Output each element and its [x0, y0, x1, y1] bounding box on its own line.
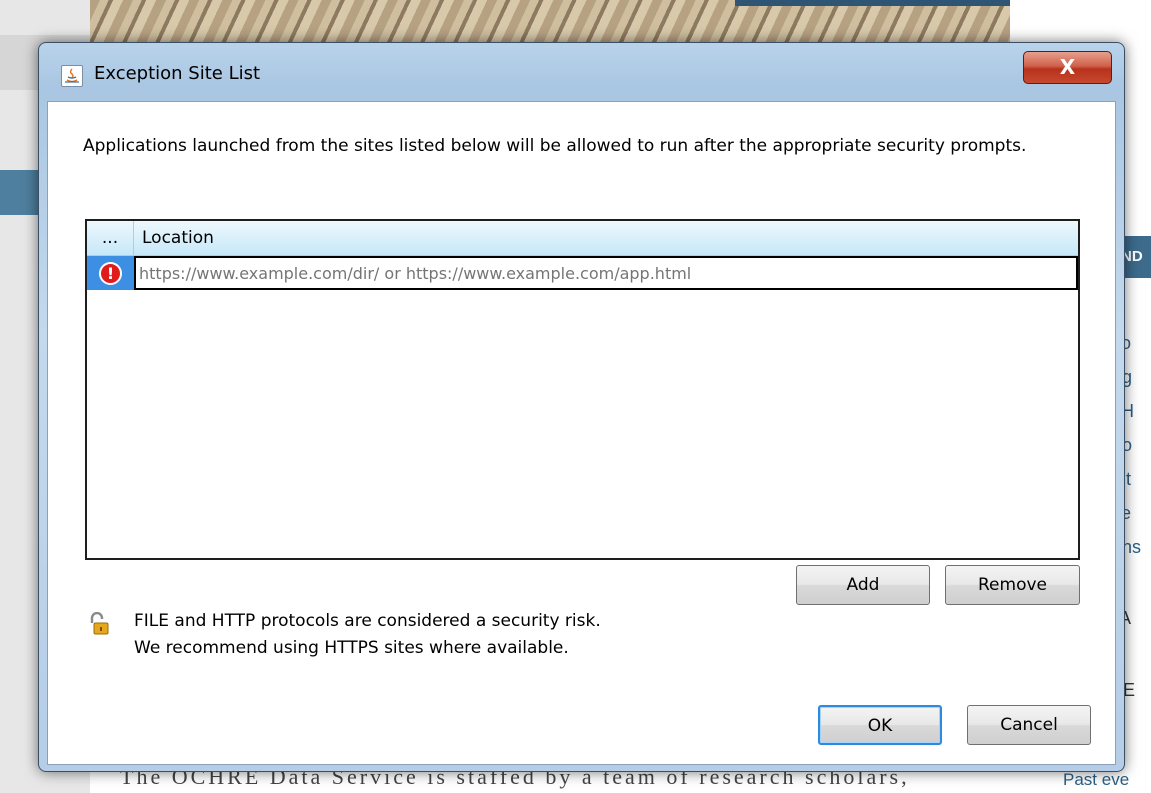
dialog-description: Applications launched from the sites lis… — [83, 136, 1027, 156]
background-header-bar — [735, 0, 1010, 6]
column-header-location[interactable]: Location — [135, 221, 214, 256]
dialog-title: Exception Site List — [94, 63, 261, 84]
cancel-button[interactable]: Cancel — [967, 705, 1091, 745]
error-icon: ! — [99, 261, 122, 285]
unlocked-padlock-icon — [90, 612, 109, 635]
dialog-content: Applications launched from the sites lis… — [47, 101, 1116, 765]
exception-site-list-dialog: Exception Site List X Applications launc… — [38, 42, 1125, 772]
java-icon — [61, 65, 83, 87]
add-button[interactable]: Add — [796, 565, 930, 605]
close-button[interactable]: X — [1023, 51, 1112, 84]
security-note-line2: We recommend using HTTPS sites where ava… — [134, 638, 569, 658]
site-list-table: ... Location ! — [85, 219, 1080, 560]
table-header: ... Location — [87, 221, 1078, 256]
column-header-status[interactable]: ... — [87, 221, 134, 256]
dialog-titlebar[interactable]: Exception Site List X — [39, 43, 1124, 101]
remove-button[interactable]: Remove — [945, 565, 1080, 605]
background-past-events-link: Past eve — [1063, 770, 1130, 789]
security-note-line1: FILE and HTTP protocols are considered a… — [134, 611, 601, 631]
row-status-cell[interactable]: ! — [87, 256, 134, 290]
ok-button[interactable]: OK — [818, 705, 942, 745]
background-header-image — [90, 0, 1010, 48]
security-note: FILE and HTTP protocols are considered a… — [134, 608, 601, 662]
location-input[interactable] — [134, 256, 1078, 290]
table-row[interactable]: ! — [87, 256, 1078, 290]
